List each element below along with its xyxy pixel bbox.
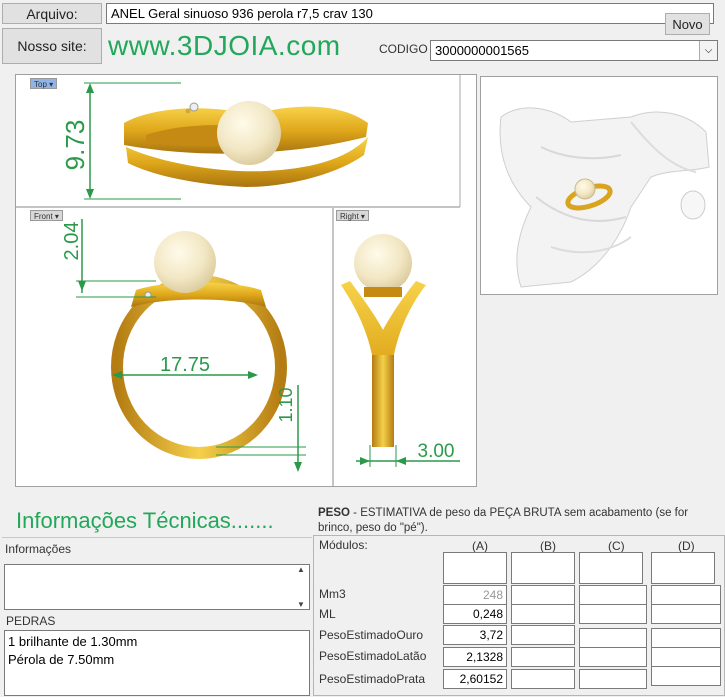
- latao-d-field[interactable]: [651, 647, 721, 667]
- pedra-line: Pérola de 7.50mm: [8, 652, 115, 667]
- mm3-a-field[interactable]: 248: [443, 585, 507, 605]
- column-header-a: (A): [472, 539, 488, 553]
- row-label-latao: PesoEstimadoLatão: [319, 649, 427, 663]
- module-c-box[interactable]: [579, 552, 643, 584]
- dim-height: 9.73: [60, 120, 90, 171]
- ml-d-field[interactable]: [651, 604, 721, 624]
- prata-c-field[interactable]: [579, 669, 647, 689]
- modulos-label: Módulos:: [319, 538, 368, 552]
- ml-c-field[interactable]: [579, 604, 647, 624]
- info-container: Informações ▲ ▼ PEDRAS 1 brilhante de 1.…: [2, 537, 312, 697]
- dim-top-gap: 2.04: [61, 222, 83, 261]
- peso-description: PESO - ESTIMATIVA de peso da PEÇA BRUTA …: [318, 506, 718, 536]
- row-label-mm3: Mm3: [319, 587, 346, 601]
- prata-b-field[interactable]: [511, 669, 575, 689]
- view-tab-right[interactable]: Right ▾: [336, 210, 369, 221]
- column-header-b: (B): [540, 539, 556, 553]
- dim-width: 17.75: [160, 354, 210, 376]
- latao-b-field[interactable]: [511, 647, 575, 667]
- column-header-c: (C): [608, 539, 625, 553]
- ml-b-field[interactable]: [511, 604, 575, 624]
- row-label-prata: PesoEstimadoPrata: [319, 672, 426, 686]
- textarea-scrollbar[interactable]: ▲ ▼: [293, 565, 309, 609]
- pedras-list[interactable]: 1 brilhante de 1.30mm Pérola de 7.50mm: [4, 630, 310, 696]
- prata-d-field[interactable]: [651, 666, 721, 686]
- ouro-b-field[interactable]: [511, 625, 575, 645]
- novo-button[interactable]: Novo: [665, 13, 710, 35]
- arquivo-label: Arquivo:: [2, 3, 102, 24]
- ml-a-field[interactable]: 0,248: [443, 604, 507, 624]
- codigo-value: 3000000001565: [435, 43, 529, 58]
- pedras-label: PEDRAS: [6, 614, 56, 628]
- peso-title: PESO: [318, 507, 350, 519]
- info-section-title: Informações Técnicas.......: [16, 508, 274, 533]
- prata-a-field[interactable]: 2,60152: [443, 669, 507, 689]
- dim-thickness: 1.10: [276, 387, 296, 422]
- row-label-ouro: PesoEstimadoOuro: [319, 628, 424, 642]
- informacoes-textarea[interactable]: ▲ ▼: [4, 564, 310, 610]
- view-tab-top[interactable]: Top ▾: [30, 78, 58, 89]
- scroll-up-icon[interactable]: ▲: [297, 565, 305, 574]
- module-b-box[interactable]: [511, 552, 575, 584]
- view-tab-front[interactable]: Front ▾: [30, 210, 63, 221]
- row-label-ml: ML: [319, 607, 336, 621]
- dim-band: 3.00: [418, 441, 455, 462]
- mm3-c-field[interactable]: [579, 585, 647, 605]
- module-d-box[interactable]: [651, 552, 715, 584]
- ring-drawing: 9.73 2.04 17.75 1.10 3.00: [16, 75, 461, 486]
- chevron-down-icon[interactable]: ⌵: [699, 41, 717, 60]
- ouro-a-field[interactable]: 3,72: [443, 625, 507, 645]
- column-header-d: (D): [678, 539, 695, 553]
- render-panel: [480, 76, 718, 295]
- hand-render-image: [481, 77, 717, 294]
- latao-a-field[interactable]: 2,1328: [443, 647, 507, 667]
- arquivo-field[interactable]: ANEL Geral sinuoso 936 perola r7,5 crav …: [106, 3, 714, 24]
- peso-subtitle: - ESTIMATIVA de peso da PEÇA BRUTA sem a…: [318, 507, 689, 534]
- site-label: Nosso site:: [2, 28, 102, 64]
- codigo-label: CODIGO: [379, 42, 428, 56]
- mm3-b-field[interactable]: [511, 585, 575, 605]
- pedra-line: 1 brilhante de 1.30mm: [8, 634, 138, 649]
- module-a-box[interactable]: [443, 552, 507, 584]
- informacoes-label: Informações: [5, 542, 72, 556]
- scroll-down-icon[interactable]: ▼: [297, 600, 305, 609]
- peso-table: Módulos: (A) (B) (C) (D) Mm3 248 ML 0,24…: [313, 535, 725, 696]
- ouro-c-field[interactable]: [579, 628, 647, 648]
- technical-drawing-panel: 9.73 2.04 17.75 1.10 3.00 Top ▾ Front ▾ …: [15, 74, 477, 487]
- codigo-select[interactable]: 3000000001565 ⌵: [430, 40, 718, 61]
- mm3-d-field[interactable]: [651, 585, 721, 605]
- site-url-link[interactable]: www.3DJOIA.com: [108, 30, 341, 62]
- ouro-d-field[interactable]: [651, 628, 721, 648]
- latao-c-field[interactable]: [579, 647, 647, 667]
